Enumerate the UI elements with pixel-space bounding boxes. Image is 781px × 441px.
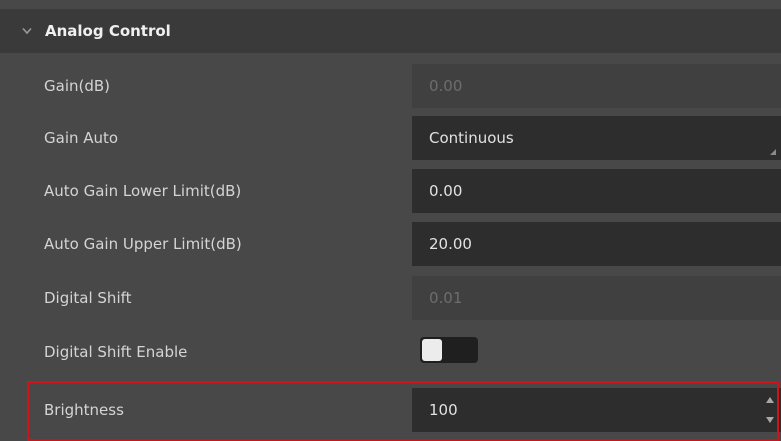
param-label: Brightness [44,401,124,419]
param-value: 100 [429,401,458,419]
section-title: Analog Control [45,22,171,40]
chevron-down-icon[interactable] [22,26,32,36]
section-header-analog-control[interactable]: Analog Control [0,9,781,53]
param-row-brightness: Brightness 100 [0,384,781,436]
param-label: Digital Shift [44,289,132,307]
auto-gain-upper-limit-input[interactable]: 20.00 [412,222,781,266]
toggle-knob [422,339,442,361]
param-value: Continuous [429,129,514,147]
auto-gain-lower-limit-input[interactable]: 0.00 [412,169,781,213]
gain-auto-dropdown[interactable]: Continuous [412,116,781,160]
param-row-gain-auto: Gain Auto Continuous [0,112,781,164]
param-value: 0.00 [429,77,463,95]
param-row-digital-shift: Digital Shift 0.01 [0,272,781,324]
brightness-spinner[interactable] [765,397,775,423]
gain-value-field: 0.00 [412,64,781,108]
param-row-gain: Gain(dB) 0.00 [0,60,781,112]
param-value: 0.00 [429,182,463,200]
param-value: 0.01 [429,289,463,307]
dropdown-corner-icon [770,149,776,155]
digital-shift-value-field: 0.01 [412,276,781,320]
param-row-auto-gain-lower-limit: Auto Gain Lower Limit(dB) 0.00 [0,165,781,217]
param-label: Auto Gain Lower Limit(dB) [44,182,242,200]
brightness-input[interactable]: 100 [412,388,781,432]
param-label: Gain(dB) [44,77,111,95]
analog-control-panel: Analog Control Gain(dB) 0.00 Gain Auto C… [0,0,781,441]
param-row-auto-gain-upper-limit: Auto Gain Upper Limit(dB) 20.00 [0,218,781,270]
spin-up-icon[interactable] [766,397,774,403]
param-value: 20.00 [429,235,472,253]
param-label: Digital Shift Enable [44,343,188,361]
digital-shift-enable-toggle[interactable] [420,337,478,363]
param-row-digital-shift-enable: Digital Shift Enable [0,326,781,378]
param-label: Auto Gain Upper Limit(dB) [44,235,242,253]
param-label: Gain Auto [44,129,119,147]
spin-down-icon[interactable] [766,417,774,423]
